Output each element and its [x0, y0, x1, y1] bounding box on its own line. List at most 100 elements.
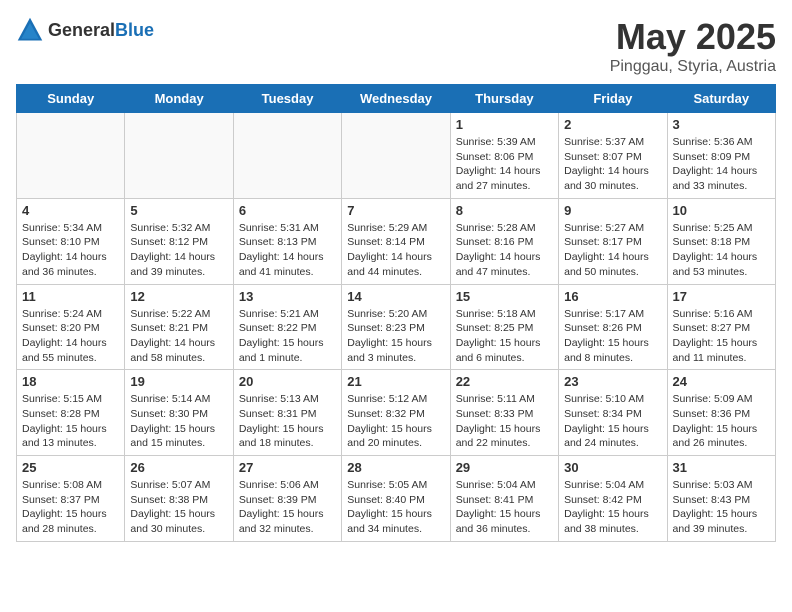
day-number: 23 [564, 374, 661, 389]
weekday-header-tuesday: Tuesday [233, 85, 341, 113]
day-number: 29 [456, 460, 553, 475]
calendar-cell [17, 113, 125, 199]
calendar-cell: 5Sunrise: 5:32 AM Sunset: 8:12 PM Daylig… [125, 198, 233, 284]
day-number: 10 [673, 203, 770, 218]
day-number: 1 [456, 117, 553, 132]
day-info: Sunrise: 5:21 AM Sunset: 8:22 PM Dayligh… [239, 307, 336, 366]
day-info: Sunrise: 5:06 AM Sunset: 8:39 PM Dayligh… [239, 478, 336, 537]
weekday-header-friday: Friday [559, 85, 667, 113]
day-info: Sunrise: 5:11 AM Sunset: 8:33 PM Dayligh… [456, 392, 553, 451]
day-number: 15 [456, 289, 553, 304]
day-info: Sunrise: 5:18 AM Sunset: 8:25 PM Dayligh… [456, 307, 553, 366]
day-info: Sunrise: 5:08 AM Sunset: 8:37 PM Dayligh… [22, 478, 119, 537]
day-number: 17 [673, 289, 770, 304]
day-number: 11 [22, 289, 119, 304]
day-number: 13 [239, 289, 336, 304]
logo-general: General [48, 20, 115, 40]
day-info: Sunrise: 5:28 AM Sunset: 8:16 PM Dayligh… [456, 221, 553, 280]
day-number: 3 [673, 117, 770, 132]
calendar-cell: 3 Sunrise: 5:36 AM Sunset: 8:09 PM Daylig… [667, 113, 775, 199]
calendar-cell: 8Sunrise: 5:28 AM Sunset: 8:16 PM Daylig… [450, 198, 558, 284]
day-number: 30 [564, 460, 661, 475]
calendar-cell [125, 113, 233, 199]
day-number: 4 [22, 203, 119, 218]
calendar-cell: 25 Sunrise: 5:08 AM Sunset: 8:37 PM Dayli… [17, 456, 125, 542]
day-info: Sunrise: 5:14 AM Sunset: 8:30 PM Dayligh… [130, 392, 227, 451]
weekday-header-thursday: Thursday [450, 85, 558, 113]
day-info: Sunrise: 5:27 AM Sunset: 8:17 PM Dayligh… [564, 221, 661, 280]
calendar-cell: 11 Sunrise: 5:24 AM Sunset: 8:20 PM Dayli… [17, 284, 125, 370]
calendar-cell: 16 Sunrise: 5:17 AM Sunset: 8:26 PM Dayli… [559, 284, 667, 370]
calendar-cell: 10 Sunrise: 5:25 AM Sunset: 8:18 PM Dayli… [667, 198, 775, 284]
logo-blue: Blue [115, 20, 154, 40]
day-info: Sunrise: 5:09 AM Sunset: 8:36 PM Dayligh… [673, 392, 770, 451]
day-info: Sunrise: 5:03 AM Sunset: 8:43 PM Dayligh… [673, 478, 770, 537]
calendar-cell: 26 Sunrise: 5:07 AM Sunset: 8:38 PM Dayli… [125, 456, 233, 542]
calendar-cell: 22 Sunrise: 5:11 AM Sunset: 8:33 PM Dayli… [450, 370, 558, 456]
calendar-cell: 9 Sunrise: 5:27 AM Sunset: 8:17 PM Daylig… [559, 198, 667, 284]
weekday-header-sunday: Sunday [17, 85, 125, 113]
week-row-5: 25 Sunrise: 5:08 AM Sunset: 8:37 PM Dayli… [17, 456, 776, 542]
calendar-cell: 27 Sunrise: 5:06 AM Sunset: 8:39 PM Dayli… [233, 456, 341, 542]
day-info: Sunrise: 5:10 AM Sunset: 8:34 PM Dayligh… [564, 392, 661, 451]
day-number: 21 [347, 374, 444, 389]
day-info: Sunrise: 5:31 AM Sunset: 8:13 PM Dayligh… [239, 221, 336, 280]
day-number: 9 [564, 203, 661, 218]
calendar-cell: 14 Sunrise: 5:20 AM Sunset: 8:23 PM Dayli… [342, 284, 450, 370]
day-number: 20 [239, 374, 336, 389]
weekday-header-row: SundayMondayTuesdayWednesdayThursdayFrid… [17, 85, 776, 113]
day-info: Sunrise: 5:15 AM Sunset: 8:28 PM Dayligh… [22, 392, 119, 451]
weekday-header-saturday: Saturday [667, 85, 775, 113]
calendar-cell: 18Sunrise: 5:15 AM Sunset: 8:28 PM Dayli… [17, 370, 125, 456]
day-info: Sunrise: 5:04 AM Sunset: 8:41 PM Dayligh… [456, 478, 553, 537]
calendar-title: May 2025 [610, 16, 776, 58]
day-number: 27 [239, 460, 336, 475]
day-info: Sunrise: 5:25 AM Sunset: 8:18 PM Dayligh… [673, 221, 770, 280]
calendar-cell [233, 113, 341, 199]
weekday-header-wednesday: Wednesday [342, 85, 450, 113]
calendar-cell: 4 Sunrise: 5:34 AM Sunset: 8:10 PM Daylig… [17, 198, 125, 284]
day-info: Sunrise: 5:04 AM Sunset: 8:42 PM Dayligh… [564, 478, 661, 537]
day-number: 2 [564, 117, 661, 132]
calendar-cell: 19 Sunrise: 5:14 AM Sunset: 8:30 PM Dayli… [125, 370, 233, 456]
logo-icon [16, 16, 44, 44]
calendar-cell: 20Sunrise: 5:13 AM Sunset: 8:31 PM Dayli… [233, 370, 341, 456]
day-number: 5 [130, 203, 227, 218]
calendar-cell: 21Sunrise: 5:12 AM Sunset: 8:32 PM Dayli… [342, 370, 450, 456]
calendar-subtitle: Pinggau, Styria, Austria [610, 58, 776, 76]
title-block: May 2025 Pinggau, Styria, Austria [610, 16, 776, 76]
day-number: 16 [564, 289, 661, 304]
day-info: Sunrise: 5:16 AM Sunset: 8:27 PM Dayligh… [673, 307, 770, 366]
day-number: 22 [456, 374, 553, 389]
day-number: 14 [347, 289, 444, 304]
calendar-cell: 7 Sunrise: 5:29 AM Sunset: 8:14 PM Daylig… [342, 198, 450, 284]
day-info: Sunrise: 5:05 AM Sunset: 8:40 PM Dayligh… [347, 478, 444, 537]
day-info: Sunrise: 5:07 AM Sunset: 8:38 PM Dayligh… [130, 478, 227, 537]
day-info: Sunrise: 5:34 AM Sunset: 8:10 PM Dayligh… [22, 221, 119, 280]
day-info: Sunrise: 5:20 AM Sunset: 8:23 PM Dayligh… [347, 307, 444, 366]
day-info: Sunrise: 5:36 AM Sunset: 8:09 PM Dayligh… [673, 135, 770, 194]
day-info: Sunrise: 5:37 AM Sunset: 8:07 PM Dayligh… [564, 135, 661, 194]
page-header: GeneralBlue May 2025 Pinggau, Styria, Au… [16, 16, 776, 76]
calendar-cell: 28 Sunrise: 5:05 AM Sunset: 8:40 PM Dayli… [342, 456, 450, 542]
day-number: 19 [130, 374, 227, 389]
calendar-cell: 13 Sunrise: 5:21 AM Sunset: 8:22 PM Dayli… [233, 284, 341, 370]
day-number: 26 [130, 460, 227, 475]
calendar-cell: 15 Sunrise: 5:18 AM Sunset: 8:25 PM Dayli… [450, 284, 558, 370]
logo: GeneralBlue [16, 16, 154, 44]
week-row-1: 1Sunrise: 5:39 AM Sunset: 8:06 PM Daylig… [17, 113, 776, 199]
calendar-cell: 12Sunrise: 5:22 AM Sunset: 8:21 PM Dayli… [125, 284, 233, 370]
calendar-cell: 29 Sunrise: 5:04 AM Sunset: 8:41 PM Dayli… [450, 456, 558, 542]
day-number: 28 [347, 460, 444, 475]
day-number: 25 [22, 460, 119, 475]
week-row-3: 11 Sunrise: 5:24 AM Sunset: 8:20 PM Dayli… [17, 284, 776, 370]
calendar-cell: 23 Sunrise: 5:10 AM Sunset: 8:34 PM Dayli… [559, 370, 667, 456]
day-number: 7 [347, 203, 444, 218]
day-info: Sunrise: 5:29 AM Sunset: 8:14 PM Dayligh… [347, 221, 444, 280]
day-info: Sunrise: 5:24 AM Sunset: 8:20 PM Dayligh… [22, 307, 119, 366]
calendar-cell: 1Sunrise: 5:39 AM Sunset: 8:06 PM Daylig… [450, 113, 558, 199]
calendar-cell: 31Sunrise: 5:03 AM Sunset: 8:43 PM Dayli… [667, 456, 775, 542]
day-info: Sunrise: 5:17 AM Sunset: 8:26 PM Dayligh… [564, 307, 661, 366]
calendar-cell: 6Sunrise: 5:31 AM Sunset: 8:13 PM Daylig… [233, 198, 341, 284]
week-row-2: 4 Sunrise: 5:34 AM Sunset: 8:10 PM Daylig… [17, 198, 776, 284]
